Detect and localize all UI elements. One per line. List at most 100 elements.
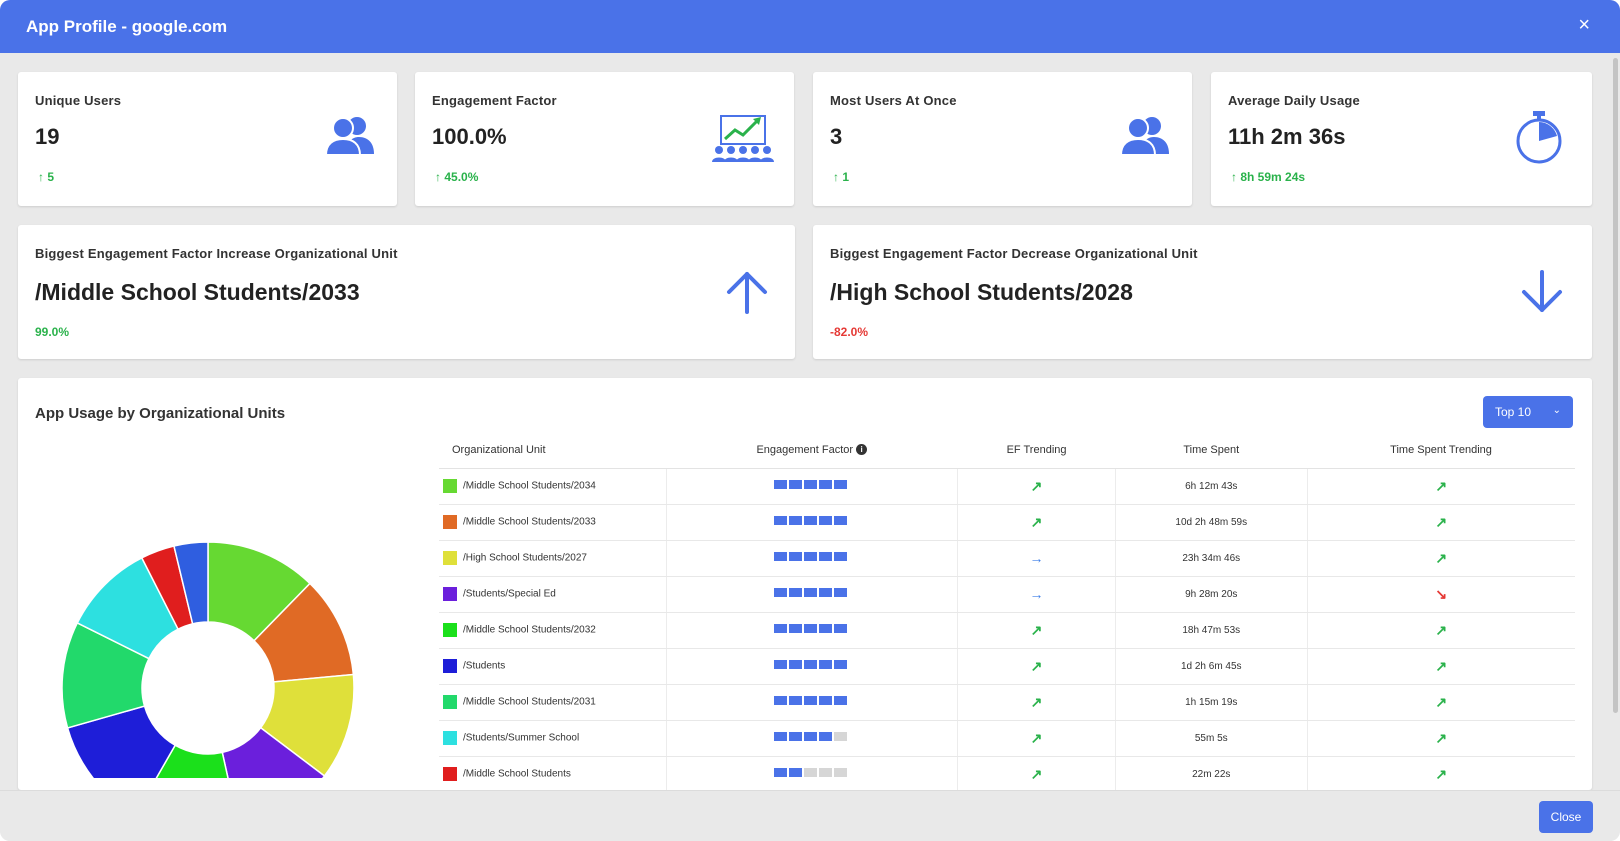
arrow-up-small-icon: ↑ [833, 170, 839, 184]
cell-org-unit: /High School Students/2027 [439, 540, 667, 577]
arrow-up-icon [727, 272, 767, 314]
table-row[interactable]: /Middle School Students ↗ 22m 22s ↗ [439, 756, 1575, 790]
card-label: Most Users At Once [830, 93, 957, 108]
ef-bar-segment [804, 624, 818, 633]
biggest-increase-card: Biggest Engagement Factor Increase Organ… [18, 225, 795, 359]
card-delta: ↑ 1 [833, 170, 850, 184]
close-button[interactable]: Close [1539, 801, 1593, 833]
cell-ef-trending: ↗ [957, 684, 1116, 721]
time-spent-value: 10d 2h 48m 59s [1175, 516, 1248, 528]
ef-bar-segment [804, 480, 818, 489]
engagement-bar [774, 588, 849, 597]
table-row[interactable]: /Middle School Students/2031 ↗ 1h 15m 19s ↗ [439, 684, 1575, 721]
table-row[interactable]: /Middle School Students/2032 ↗ 18h 47m 53s… [439, 612, 1575, 649]
color-swatch [443, 623, 457, 637]
col-header-org-unit[interactable]: Organizational Unit [439, 432, 666, 469]
card-value: 11h 2m 36s [1228, 124, 1346, 149]
col-header-time-spent[interactable]: Time Spent [1115, 432, 1308, 469]
presentation-chart-icon [712, 115, 774, 162]
card-value: /High School Students/2028 [830, 279, 1133, 305]
ef-bar-segment [789, 732, 803, 741]
ef-bar-segment [819, 768, 833, 777]
ef-bar-segment [819, 732, 833, 741]
close-icon[interactable]: × [1578, 15, 1590, 35]
cell-time-spent: 22m 22s [1115, 756, 1308, 790]
engagement-bar [774, 516, 849, 525]
table-row[interactable]: /Middle School Students/2033 ↗ 10d 2h 48m … [439, 504, 1575, 541]
ef-bar-segment [834, 588, 848, 597]
cell-time-spent: 9h 28m 20s [1115, 576, 1308, 613]
arrow-down-icon [1522, 270, 1562, 312]
table-row[interactable]: /Students/Summer School ↗ 55m 5s ↗ [439, 720, 1575, 757]
cell-org-unit: /Middle School Students/2034 [439, 468, 667, 505]
cell-engagement-factor [666, 756, 959, 790]
cell-time-spent: 1d 2h 6m 45s [1115, 648, 1308, 685]
org-unit-label: /Students [463, 660, 506, 672]
table-row[interactable]: /Middle School Students/2034 ↗ 6h 12m 43s ↗ [439, 468, 1575, 505]
col-header-time-spent-trending[interactable]: Time Spent Trending [1307, 432, 1575, 469]
top-n-select[interactable]: Top 10 ⌄ [1483, 396, 1573, 428]
color-swatch [443, 731, 457, 745]
ef-bar-segment [804, 732, 818, 741]
ef-bar-segment [834, 552, 848, 561]
users-icon [324, 117, 374, 156]
cell-time-spent: 18h 47m 53s [1115, 612, 1308, 649]
color-swatch [443, 515, 457, 529]
col-header-engagement-factor[interactable]: Engagement Factor i [666, 432, 958, 469]
usage-donut-chart [61, 541, 355, 778]
engagement-bar [774, 696, 849, 705]
engagement-bar [774, 732, 849, 741]
ef-bar-segment [804, 660, 818, 669]
card-label: Unique Users [35, 93, 122, 108]
cell-org-unit: /Middle School Students/2032 [439, 612, 667, 649]
time-spent-value: 55m 5s [1194, 732, 1228, 744]
trend-down-icon: ↘ [1435, 585, 1448, 602]
cell-org-unit: /Students/Special Ed [439, 576, 667, 613]
ef-bar-segment [804, 516, 818, 525]
color-swatch [443, 551, 457, 565]
cell-org-unit: /Middle School Students/2033 [439, 504, 667, 541]
ef-bar-segment [804, 588, 818, 597]
ef-bar-segment [789, 624, 803, 633]
ef-bar-segment [834, 660, 848, 669]
ef-bar-segment [834, 732, 848, 741]
cell-engagement-factor [666, 540, 959, 577]
ef-bar-segment [774, 480, 788, 489]
card-value: 100.0% [432, 124, 507, 149]
card-value: 19 [35, 124, 60, 149]
time-spent-value: 1d 2h 6m 45s [1180, 660, 1242, 672]
card-value: 3 [830, 124, 843, 149]
cell-ef-trending: ↗ [957, 504, 1116, 541]
app-usage-panel: App Usage by Organizational Units Top 10… [18, 378, 1592, 790]
org-unit-label: /Students/Summer School [463, 732, 580, 744]
trend-up-icon: ↗ [1030, 729, 1043, 746]
table-row[interactable]: /Students ↗ 1d 2h 6m 45s ↗ [439, 648, 1575, 685]
ef-bar-segment [834, 480, 848, 489]
ef-bar-segment [789, 480, 803, 489]
engagement-bar [774, 480, 849, 489]
color-swatch [443, 587, 457, 601]
usage-table: Organizational Unit Engagement Factor i … [439, 432, 1575, 790]
unique-users-card: Unique Users 19 ↑ 5 [18, 72, 397, 206]
cell-org-unit: /Students/Summer School [439, 720, 667, 757]
cell-engagement-factor [666, 468, 959, 505]
trend-up-icon: ↗ [1435, 657, 1448, 674]
cell-ef-trending: → [957, 540, 1116, 577]
arrow-up-small-icon: ↑ [1231, 170, 1237, 184]
cell-engagement-factor [666, 576, 959, 613]
ef-bar-segment [819, 696, 833, 705]
col-header-ef-trending[interactable]: EF Trending [957, 432, 1116, 469]
engagement-bar [774, 624, 849, 633]
trend-up-icon: ↗ [1435, 513, 1448, 530]
table-header-row: Organizational Unit Engagement Factor i … [439, 432, 1575, 469]
vertical-scrollbar[interactable] [1613, 58, 1618, 713]
info-icon[interactable]: i [856, 444, 868, 456]
table-row[interactable]: /Students/Special Ed → 9h 28m 20s ↘ [439, 576, 1575, 613]
color-swatch [443, 659, 457, 673]
table-row[interactable]: /High School Students/2027 → 23h 34m 46s ↗ [439, 540, 1575, 577]
app-profile-dialog: App Profile - google.com × Unique Users … [0, 0, 1620, 841]
card-label: Biggest Engagement Factor Decrease Organ… [830, 246, 1198, 261]
trend-up-icon: ↗ [1435, 765, 1448, 782]
ef-bar-segment [834, 624, 848, 633]
average-daily-usage-card: Average Daily Usage 11h 2m 36s ↑ 8h 59m … [1211, 72, 1592, 206]
